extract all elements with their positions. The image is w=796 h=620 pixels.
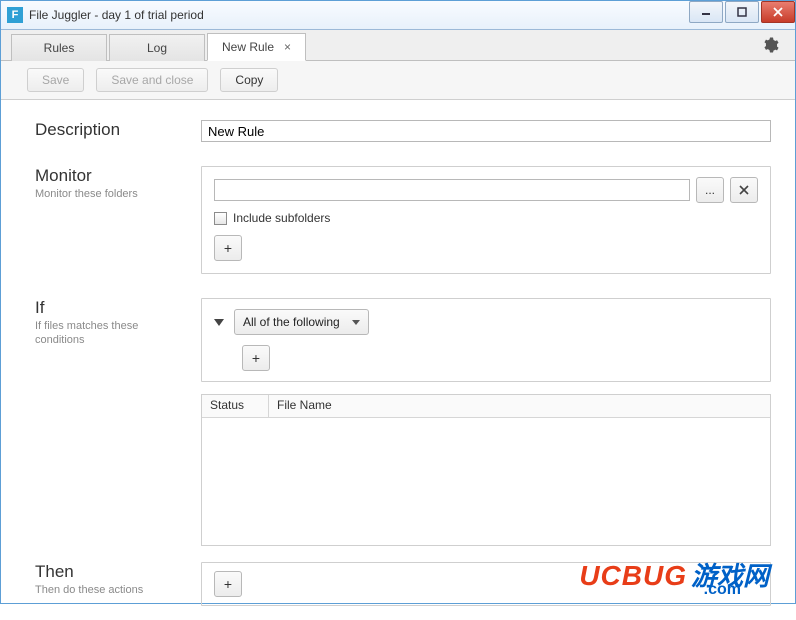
folder-input[interactable] — [214, 179, 690, 201]
row-description: Description — [35, 120, 771, 142]
monitor-subtitle: Monitor these folders — [35, 188, 185, 202]
plus-icon: + — [224, 240, 232, 256]
save-label: Save — [42, 73, 69, 87]
then-label-col: Then Then do these actions — [35, 562, 201, 606]
collapse-toggle-icon[interactable] — [214, 319, 224, 326]
add-folder-button[interactable]: + — [214, 235, 242, 261]
window-controls — [687, 1, 795, 29]
window-titlebar: F File Juggler - day 1 of trial period — [1, 1, 795, 30]
then-value-col: + — [201, 562, 771, 606]
tab-rules[interactable]: Rules — [11, 34, 107, 61]
description-value-col — [201, 120, 771, 142]
tab-rules-label: Rules — [44, 41, 75, 55]
tab-log[interactable]: Log — [109, 34, 205, 61]
tab-log-label: Log — [147, 41, 167, 55]
folder-row: ... — [214, 177, 758, 203]
include-subfolders-checkbox[interactable] — [214, 212, 227, 225]
window-title: File Juggler - day 1 of trial period — [29, 8, 687, 22]
if-subtitle: If files matches these conditions — [35, 320, 185, 348]
table-header: Status File Name — [202, 395, 770, 418]
row-then: Then Then do these actions + — [35, 562, 771, 606]
save-button[interactable]: Save — [27, 68, 84, 92]
add-action-button[interactable]: + — [214, 571, 242, 597]
include-subfolders-row: Include subfolders — [214, 211, 758, 225]
copy-label: Copy — [235, 73, 263, 87]
tab-bar: Rules Log New Rule × — [1, 30, 795, 61]
monitor-panel: ... Include subfolders + — [201, 166, 771, 274]
if-panel: All of the following + — [201, 298, 771, 382]
if-title: If — [35, 298, 201, 318]
conditions-header: All of the following — [214, 309, 758, 335]
then-title: Then — [35, 562, 201, 582]
add-condition-button[interactable]: + — [242, 345, 270, 371]
app-icon: F — [7, 7, 23, 23]
conditions-preview-table: Status File Name — [201, 394, 771, 546]
if-value-col: All of the following + Status File Name — [201, 298, 771, 546]
match-mode-label: All of the following — [243, 315, 340, 329]
settings-button[interactable] — [761, 36, 779, 57]
description-label-col: Description — [35, 120, 201, 142]
chevron-down-icon — [352, 320, 360, 325]
description-title: Description — [35, 120, 201, 140]
tab-new-rule[interactable]: New Rule × — [207, 33, 306, 61]
copy-button[interactable]: Copy — [220, 68, 278, 92]
minimize-button[interactable] — [689, 1, 723, 23]
include-subfolders-label: Include subfolders — [233, 211, 330, 225]
col-filename[interactable]: File Name — [269, 395, 770, 417]
close-button[interactable] — [761, 1, 795, 23]
action-toolbar: Save Save and close Copy — [1, 61, 795, 100]
gear-icon — [761, 36, 779, 54]
match-mode-dropdown[interactable]: All of the following — [234, 309, 369, 335]
monitor-title: Monitor — [35, 166, 201, 186]
save-close-button[interactable]: Save and close — [96, 68, 208, 92]
browse-button[interactable]: ... — [696, 177, 724, 203]
form-content: Description Monitor Monitor these folder… — [1, 100, 795, 620]
remove-folder-button[interactable] — [730, 177, 758, 203]
row-if: If If files matches these conditions All… — [35, 298, 771, 546]
maximize-button[interactable] — [725, 1, 759, 23]
plus-icon: + — [252, 350, 260, 366]
then-panel: + — [201, 562, 771, 606]
browse-label: ... — [705, 183, 715, 197]
col-status[interactable]: Status — [202, 395, 269, 417]
tab-close-icon[interactable]: × — [284, 41, 291, 53]
monitor-label-col: Monitor Monitor these folders — [35, 166, 201, 274]
save-close-label: Save and close — [111, 73, 193, 87]
row-monitor: Monitor Monitor these folders ... Includ… — [35, 166, 771, 274]
tab-new-rule-label: New Rule — [222, 40, 274, 54]
plus-icon: + — [224, 576, 232, 592]
then-subtitle: Then do these actions — [35, 584, 185, 598]
close-icon — [739, 185, 749, 195]
description-input[interactable] — [201, 120, 771, 142]
if-label-col: If If files matches these conditions — [35, 298, 201, 546]
monitor-value-col: ... Include subfolders + — [201, 166, 771, 274]
